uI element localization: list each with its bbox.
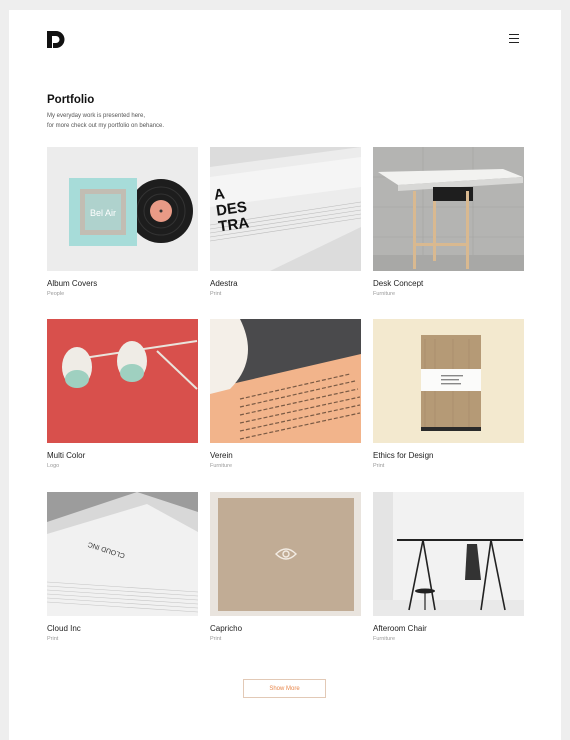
- card-category: Print: [210, 291, 222, 297]
- album-cover-text: Bel Air: [90, 208, 116, 218]
- card-title[interactable]: Album Covers: [47, 279, 97, 288]
- page-title: Portfolio: [47, 94, 95, 106]
- portfolio-card-multi-color[interactable]: Multi Color Logo: [47, 319, 198, 479]
- card-category: Furniture: [373, 291, 396, 297]
- portfolio-card-desk-concept[interactable]: Desk Concept Furniture: [373, 147, 524, 307]
- card-category: Furniture: [210, 463, 233, 469]
- intro-text: My everyday work is presented here, for …: [47, 111, 164, 131]
- card-category: Logo: [47, 463, 60, 469]
- cloud-inc-thumbnail[interactable]: CLOUD INC: [47, 492, 198, 616]
- d-logo-icon[interactable]: [47, 31, 67, 48]
- afteroom-chair-thumbnail[interactable]: [373, 492, 524, 616]
- hamburger-menu-icon[interactable]: [509, 34, 519, 44]
- card-title[interactable]: Verein: [210, 451, 233, 460]
- portfolio-card-afteroom-chair[interactable]: Afteroom Chair Furniture: [373, 492, 524, 652]
- card-title[interactable]: Ethics for Design: [373, 451, 433, 460]
- multi-color-thumbnail[interactable]: [47, 319, 198, 443]
- card-title[interactable]: Cloud Inc: [47, 624, 81, 633]
- card-title[interactable]: Afteroom Chair: [373, 624, 427, 633]
- capricho-thumbnail[interactable]: [210, 492, 361, 616]
- card-title[interactable]: Multi Color: [47, 451, 85, 460]
- show-more-button[interactable]: Show More: [243, 679, 326, 698]
- card-category: Print: [210, 636, 222, 642]
- card-category: People: [47, 291, 65, 297]
- intro-line: for more check out my portfolio on behan…: [47, 123, 165, 129]
- portfolio-card-album-covers[interactable]: Bel Air Album Covers People: [47, 147, 198, 307]
- card-category: Print: [373, 463, 385, 469]
- desk-concept-thumbnail[interactable]: [373, 147, 524, 271]
- card-category: Furniture: [373, 636, 396, 642]
- intro-line: My everyday work is presented here,: [47, 113, 146, 119]
- album-covers-thumbnail[interactable]: Bel Air: [47, 147, 198, 271]
- portfolio-card-adestra[interactable]: A DES TRA Adestra Print: [210, 147, 361, 307]
- portfolio-card-verein[interactable]: Verein Furniture: [210, 319, 361, 479]
- portfolio-card-ethics-for-design[interactable]: Ethics for Design Print: [373, 319, 524, 479]
- ethics-for-design-thumbnail[interactable]: [373, 319, 524, 443]
- card-title[interactable]: Adestra: [210, 279, 238, 288]
- card-title[interactable]: Desk Concept: [373, 279, 423, 288]
- portfolio-card-cloud-inc[interactable]: CLOUD INC Cloud Inc Print: [47, 492, 198, 652]
- portfolio-card-capricho[interactable]: Capricho Print: [210, 492, 361, 652]
- adestra-thumbnail[interactable]: A DES TRA: [210, 147, 361, 271]
- card-category: Print: [47, 636, 59, 642]
- card-title[interactable]: Capricho: [210, 624, 242, 633]
- verein-thumbnail[interactable]: [210, 319, 361, 443]
- portfolio-page: Portfolio My everyday work is presented …: [9, 10, 561, 740]
